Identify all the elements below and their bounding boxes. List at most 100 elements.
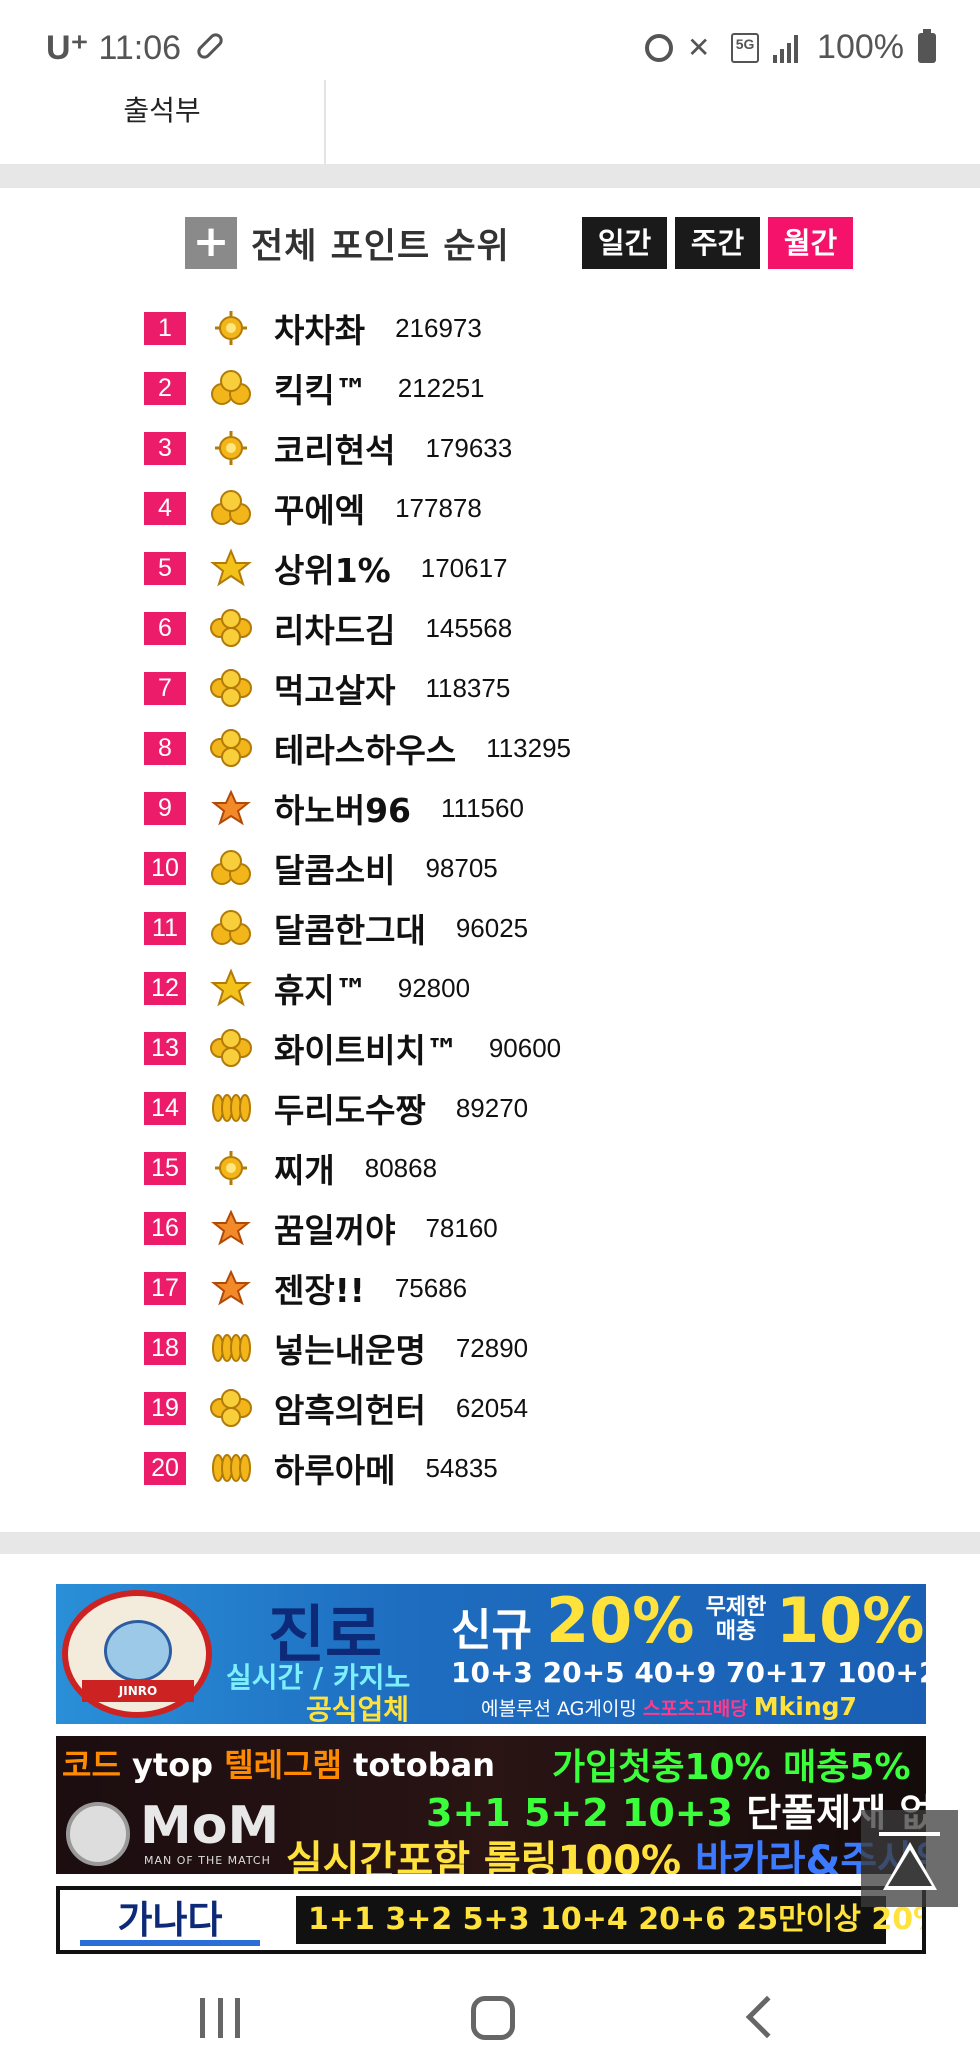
scroll-top-button[interactable] [861, 1810, 958, 1907]
gold-star-badge-icon [208, 968, 254, 1008]
rank-row[interactable]: 3 코리현석 179633 [144, 418, 844, 478]
gold-sun-badge-icon [208, 1148, 254, 1188]
rank-points: 62054 [455, 1392, 529, 1423]
rank-user-name[interactable]: 달콤한그대 [274, 904, 426, 952]
rank-user-name[interactable]: 코리현석 [274, 424, 395, 472]
rank-user-name[interactable]: 젠장!! [274, 1264, 365, 1312]
scroll-top-bar [879, 1832, 940, 1836]
rank-row[interactable]: 18 넣는내운명 72890 [144, 1318, 844, 1378]
expand-plus-button[interactable]: + [185, 217, 237, 269]
rank-number-badge: 9 [144, 791, 186, 825]
rank-row[interactable]: 8 테라스하우스 113295 [144, 718, 844, 778]
triple-gold-badge-icon [208, 908, 254, 948]
rank-user-name[interactable]: 킥킥™ [274, 364, 368, 412]
rank-user-name[interactable]: 휴지™ [274, 964, 368, 1012]
rank-row[interactable]: 13 화이트비치™ 90600 [144, 1018, 844, 1078]
mom-logo-sub: MAN OF THE MATCH [144, 1854, 271, 1867]
rank-number-badge: 11 [144, 911, 186, 945]
banner-bonus-list: 10+3 20+5 40+9 70+17 100+25 [451, 1656, 926, 1689]
rank-number-badge: 1 [144, 311, 186, 345]
ad-banner-mom[interactable]: 코드 ytop 텔레그램 totoban 가입첫충10% 매충5% MoM MA… [56, 1736, 926, 1874]
rank-user-name[interactable]: 차차촤 [274, 304, 365, 352]
section-divider [0, 1532, 980, 1554]
rank-points: 177878 [395, 492, 482, 523]
rank-row[interactable]: 20 하루아메 54835 [144, 1438, 844, 1498]
rank-user-name[interactable]: 하루아메 [274, 1444, 395, 1492]
tab-weekly[interactable]: 주간 [675, 217, 760, 269]
board-tab-row: 출석부 [0, 80, 980, 164]
rank-points: 98705 [425, 852, 498, 883]
ranking-title: 전체 포인트 순위 [251, 226, 510, 267]
rank-row[interactable]: 4 꾸에엑 177878 [144, 478, 844, 538]
rank-points: 216973 [395, 312, 482, 343]
banner-live-line: 실시간포함 롤링100% 바카라&주사위 [286, 1828, 926, 1874]
kakao-id: Mking7 [753, 1692, 857, 1721]
rank-user-name[interactable]: 리차드김 [274, 604, 395, 652]
tab-daily[interactable]: 일간 [582, 217, 667, 269]
rank-user-name[interactable]: 달콤소비 [274, 844, 395, 892]
rank-row[interactable]: 2 킥킥™ 212251 [144, 358, 844, 418]
rank-user-name[interactable]: 상위1% [274, 544, 391, 592]
rank-points: 90600 [488, 1032, 562, 1063]
rank-row[interactable]: 12 휴지™ 92800 [144, 958, 844, 1018]
signal-icon [773, 33, 803, 63]
telegram-value: totoban [353, 1746, 495, 1784]
rank-row[interactable]: 1 차차촤 216973 [144, 298, 844, 358]
rank-number-badge: 4 [144, 491, 186, 525]
tab-attendance[interactable]: 출석부 [0, 80, 326, 164]
5g-icon: 5G [731, 32, 760, 63]
rank-number-badge: 2 [144, 371, 186, 405]
rank-user-name[interactable]: 찌개 [274, 1144, 335, 1192]
rank-row[interactable]: 5 상위1% 170617 [144, 538, 844, 598]
rank-user-name[interactable]: 꿈일꺼야 [274, 1204, 395, 1252]
rank-row[interactable]: 11 달콤한그대 96025 [144, 898, 844, 958]
rank-user-name[interactable]: 테라스하우스 [274, 724, 456, 772]
rank-row[interactable]: 16 꿈일꺼야 78160 [144, 1198, 844, 1258]
gold-star-badge-icon [208, 548, 254, 588]
rank-number-badge: 15 [144, 1151, 186, 1185]
triple-gold-badge-icon [208, 848, 254, 888]
rank-user-name[interactable]: 먹고살자 [274, 664, 395, 712]
banner-official: 공식업체 [306, 1693, 410, 1724]
rank-points: 118375 [425, 672, 511, 703]
recents-icon[interactable] [200, 1998, 240, 2038]
gold-wheat-badge-icon [208, 1448, 254, 1488]
rank-user-name[interactable]: 두리도수짱 [274, 1084, 426, 1132]
status-left: U⁺ 11:06 [46, 28, 226, 68]
rank-number-badge: 20 [144, 1451, 186, 1485]
back-icon[interactable] [745, 1995, 789, 2039]
ad-banner-ganada[interactable]: 가나다 1+1 3+2 5+3 10+4 20+6 25만이상 20% 지급 [56, 1886, 926, 1954]
rank-row[interactable]: 15 찌개 80868 [144, 1138, 844, 1198]
gold-wheat-badge-icon [208, 1328, 254, 1368]
rank-user-name[interactable]: 꾸에엑 [274, 484, 365, 532]
rank-row[interactable]: 6 리차드김 145568 [144, 598, 844, 658]
rank-points: 111560 [441, 792, 524, 823]
rank-user-name[interactable]: 화이트비치™ [274, 1024, 459, 1072]
rank-number-badge: 5 [144, 551, 186, 585]
rank-points: 92800 [397, 972, 471, 1003]
rank-row[interactable]: 19 암흑의헌터 62054 [144, 1378, 844, 1438]
ad-banner-jinro[interactable]: JINRO 진로 실시간 / 카지노 공식업체 신규 20% 무제한 매충 10%… [56, 1584, 926, 1724]
home-icon[interactable] [471, 1996, 515, 2040]
tab-monthly[interactable]: 월간 [768, 217, 853, 269]
ganada-bonus-text: 1+1 3+2 5+3 10+4 20+6 25만이상 20% 지급 [296, 1896, 922, 1944]
toad-mascot-icon [104, 1620, 172, 1682]
rank-number-badge: 14 [144, 1091, 186, 1125]
rank-user-name[interactable]: 넣는내운명 [274, 1324, 426, 1372]
rank-points: 72890 [455, 1332, 529, 1363]
alarm-icon [645, 33, 674, 62]
rank-row[interactable]: 14 두리도수짱 89270 [144, 1078, 844, 1138]
rank-row[interactable]: 10 달콤소비 98705 [144, 838, 844, 898]
rank-points: 113295 [486, 732, 572, 763]
rank-number-badge: 8 [144, 731, 186, 765]
jinro-logo-ribbon: JINRO [82, 1680, 194, 1702]
banner-unlimited-label: 무제한 매충 [696, 1596, 776, 1644]
rank-row[interactable]: 9 하노버96 111560 [144, 778, 844, 838]
rank-user-name[interactable]: 하노버96 [274, 784, 411, 832]
rank-user-name[interactable]: 암흑의헌터 [274, 1384, 426, 1432]
orange-star-badge-icon [208, 1208, 254, 1248]
rank-number-badge: 17 [144, 1271, 186, 1305]
rank-row[interactable]: 7 먹고살자 118375 [144, 658, 844, 718]
rank-row[interactable]: 17 젠장!! 75686 [144, 1258, 844, 1318]
gold-wheat-badge-icon [208, 1088, 254, 1128]
